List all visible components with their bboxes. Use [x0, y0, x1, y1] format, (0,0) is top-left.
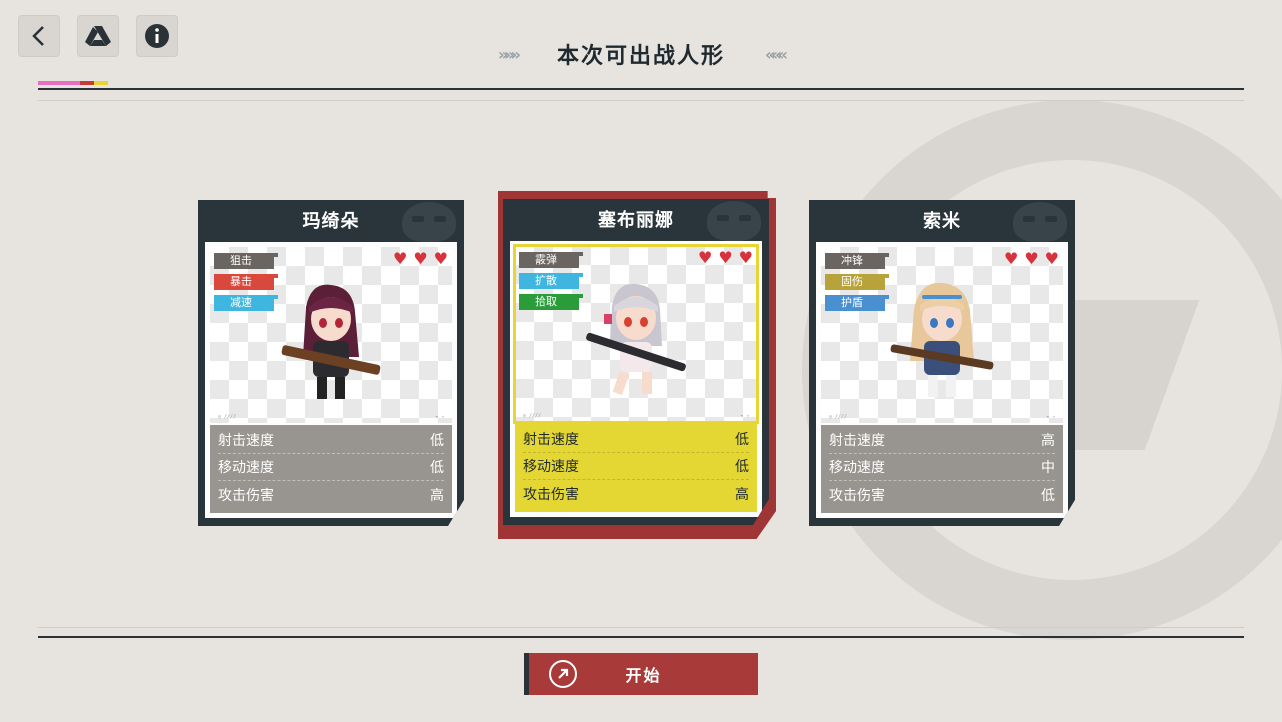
trait-tag: 固伤: [825, 274, 889, 290]
stat-label: 移动速度: [829, 460, 885, 476]
header-divider: [38, 88, 1244, 90]
heart-icon: ♥: [697, 248, 713, 267]
stat-row: 攻击伤害 高: [523, 480, 749, 507]
heart-icon: ♥: [392, 249, 408, 268]
portrait-footer: ◎ ////◂ ◃: [829, 414, 1055, 420]
stat-label: 移动速度: [218, 460, 274, 476]
stat-row: 移动速度 低: [523, 453, 749, 480]
trait-tag: 拾取: [519, 294, 583, 310]
heart-icon: ♥: [1003, 249, 1019, 268]
character-name: 塞布丽娜: [598, 210, 674, 231]
stat-label: 射击速度: [829, 433, 885, 449]
stat-value: 高: [430, 487, 444, 504]
title-bar: »»» 本次可出战人形 «««: [0, 38, 1282, 70]
stat-label: 攻击伤害: [829, 487, 885, 504]
start-button[interactable]: 开始: [524, 653, 758, 695]
trait-tag: 减速: [214, 295, 278, 311]
stat-value: 低: [735, 459, 749, 475]
stat-row: 射击速度 低: [523, 426, 749, 453]
heart-rating: ♥ ♥ ♥: [698, 250, 753, 266]
stat-row: 射击速度 低: [218, 427, 444, 454]
stat-label: 移动速度: [523, 459, 579, 475]
character-card[interactable]: 玛绮朵 狙击 暴击 减速 ♥ ♥ ♥ ◎ //// ◂ ◃ 射击速度 低 移动速…: [198, 200, 464, 526]
card-header: 塞布丽娜: [503, 199, 769, 241]
stat-value: 低: [1041, 487, 1055, 504]
portrait-footer: ◎ ////◂ ◃: [523, 413, 749, 419]
stat-label: 攻击伤害: [523, 486, 579, 503]
stat-row: 射击速度 高: [829, 427, 1055, 454]
skull-icon: [402, 202, 456, 242]
card-body: 冲锋 固伤 护盾 ♥ ♥ ♥ ◎ //// ◂ ◃ 射击速度 高 移动速度 中 …: [816, 242, 1068, 518]
heart-icon: ♥: [1044, 249, 1059, 268]
character-card-selected[interactable]: 塞布丽娜 霰弹 扩散 拾取 ♥ ♥ ♥ ◎ //// ◂ ◃ 射击速度 低 移动…: [503, 199, 769, 525]
skull-icon: [707, 201, 761, 241]
stat-value: 低: [735, 432, 749, 448]
character-portrait: 冲锋 固伤 护盾 ♥ ♥ ♥ ◎ //// ◂ ◃: [821, 247, 1063, 423]
chibi-sprite: [882, 277, 1002, 407]
trait-tag: 霰弹: [519, 252, 583, 268]
character-portrait: 霰弹 扩散 拾取 ♥ ♥ ♥ ◎ //// ◂ ◃: [513, 244, 759, 424]
stat-row: 攻击伤害 低: [829, 481, 1055, 508]
stat-value: 中: [1041, 460, 1055, 476]
trait-tag: 狙击: [214, 253, 278, 269]
stats-panel: 射击速度 高 移动速度 中 攻击伤害 低: [821, 425, 1063, 513]
stat-row: 移动速度 低: [218, 454, 444, 481]
heart-icon: ♥: [433, 249, 448, 268]
stat-label: 射击速度: [523, 432, 579, 448]
card-body: 霰弹 扩散 拾取 ♥ ♥ ♥ ◎ //// ◂ ◃ 射击速度 低 移动速度 低 …: [510, 241, 762, 517]
left-chevrons: »»»: [497, 44, 521, 64]
skull-icon: [1013, 202, 1067, 242]
stat-value: 低: [430, 433, 444, 449]
stat-value: 高: [735, 486, 749, 503]
stat-value: 高: [1041, 433, 1055, 449]
trait-tag: 暴击: [214, 274, 278, 290]
heart-icon: ♥: [738, 248, 753, 267]
stat-row: 移动速度 中: [829, 454, 1055, 481]
start-button-label: 开始: [625, 666, 662, 685]
card-header: 索米: [809, 200, 1075, 242]
stat-label: 攻击伤害: [218, 487, 274, 504]
heart-rating: ♥ ♥ ♥: [1004, 251, 1059, 267]
card-header: 玛绮朵: [198, 200, 464, 242]
page-title: 本次可出战人形: [556, 44, 725, 69]
chibi-sprite: [576, 276, 696, 406]
footer-divider: [38, 636, 1244, 638]
character-name: 索米: [923, 211, 961, 232]
trait-tag: 护盾: [825, 295, 889, 311]
trait-tag: 冲锋: [825, 253, 889, 269]
right-chevrons: «««: [765, 44, 788, 64]
heart-icon: ♥: [1024, 249, 1039, 268]
trait-tag: 扩散: [519, 273, 583, 289]
header-color-bar: [38, 81, 108, 85]
stat-value: 低: [430, 460, 444, 476]
character-portrait: 狙击 暴击 减速 ♥ ♥ ♥ ◎ //// ◂ ◃: [210, 247, 452, 423]
heart-icon: ♥: [413, 249, 428, 268]
chibi-sprite: [271, 277, 391, 407]
character-card[interactable]: 索米 冲锋 固伤 护盾 ♥ ♥ ♥ ◎ //// ◂ ◃ 射击速度 高 移动速度…: [809, 200, 1075, 526]
character-name: 玛绮朵: [302, 211, 360, 232]
arrow-circle-icon: [549, 660, 577, 688]
stat-row: 攻击伤害 高: [218, 481, 444, 508]
footer-subdivider: [38, 627, 1244, 628]
header-subdivider: [38, 100, 1244, 101]
portrait-footer: ◎ ////◂ ◃: [218, 414, 444, 420]
heart-icon: ♥: [718, 248, 733, 267]
card-body: 狙击 暴击 减速 ♥ ♥ ♥ ◎ //// ◂ ◃ 射击速度 低 移动速度 低 …: [205, 242, 457, 518]
stats-panel: 射击速度低 移动速度低 攻击伤害高: [210, 425, 452, 513]
heart-rating: ♥ ♥ ♥: [393, 251, 448, 267]
stats-panel: 射击速度低 移动速度低 攻击伤害高: [515, 424, 757, 512]
stat-label: 射击速度: [218, 433, 274, 449]
